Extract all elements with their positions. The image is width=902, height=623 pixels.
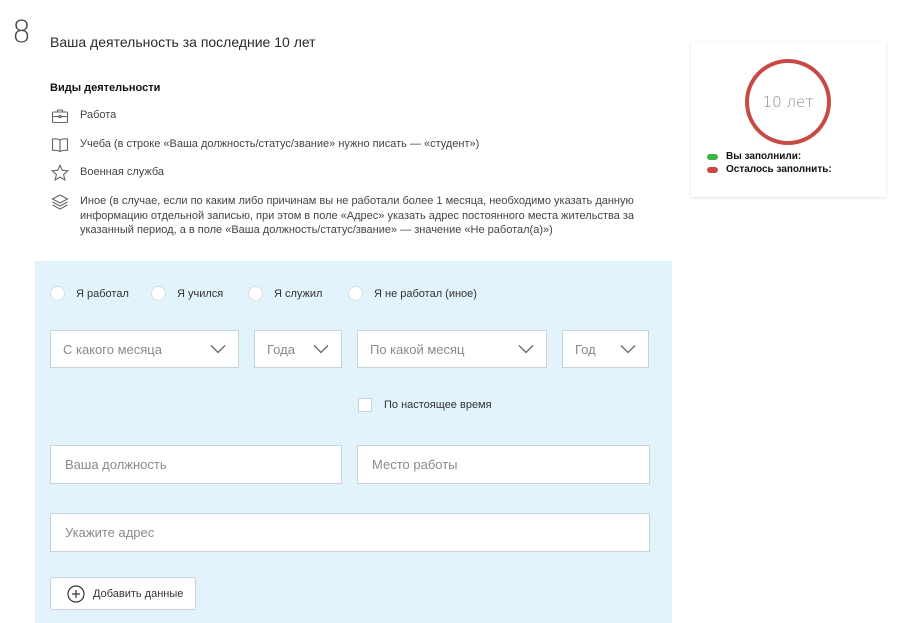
to-year-select[interactable]: Год xyxy=(562,330,649,368)
to-month-select[interactable]: По какой месяц xyxy=(357,330,547,368)
step-number: 8 xyxy=(12,15,32,50)
chevron-down-icon xyxy=(313,345,329,354)
legend-dot-remaining xyxy=(707,166,718,173)
until-now-checkbox[interactable]: По настоящее время xyxy=(358,398,492,412)
checkbox-label: По настоящее время xyxy=(384,399,492,411)
chevron-down-icon xyxy=(210,345,226,354)
from-year-select[interactable]: Года xyxy=(254,330,342,368)
add-data-label: Добавить данные xyxy=(93,587,184,600)
chevron-down-icon xyxy=(518,345,534,354)
legend-filled: Вы заполнили: xyxy=(707,151,801,162)
radio-label: Я служил xyxy=(274,287,323,300)
activity-type-other: Иное (в случае, если по каким либо причи… xyxy=(50,192,650,238)
activity-type-label: Работа xyxy=(80,109,117,121)
radio-studied[interactable]: Я учился xyxy=(151,286,223,301)
radio-worked[interactable]: Я работал xyxy=(50,286,129,301)
progress-value: 10 лет xyxy=(762,93,814,111)
radio-circle[interactable] xyxy=(348,286,363,301)
plus-circle-icon xyxy=(67,584,85,603)
checkbox-box[interactable] xyxy=(358,398,372,412)
activity-types-heading: Виды деятельности xyxy=(50,82,161,94)
legend-filled-label: Вы заполнили: xyxy=(726,151,802,162)
select-value: Год xyxy=(575,341,596,357)
briefcase-icon xyxy=(50,106,70,126)
position-input[interactable] xyxy=(50,445,342,484)
select-value: По какой месяц xyxy=(370,341,465,357)
radio-circle[interactable] xyxy=(151,286,166,301)
legend-remaining: Осталось заполнить: xyxy=(707,164,832,175)
select-value: С какого месяца xyxy=(63,341,162,357)
chevron-down-icon xyxy=(620,345,636,354)
workplace-input[interactable] xyxy=(357,445,650,484)
radio-circle[interactable] xyxy=(50,286,65,301)
radio-served[interactable]: Я служил xyxy=(248,286,322,301)
star-icon xyxy=(50,163,70,183)
radio-label: Я работал xyxy=(76,287,129,300)
from-month-select[interactable]: С какого месяца xyxy=(50,330,239,368)
radio-other[interactable]: Я не работал (иное) xyxy=(348,286,477,301)
activity-type-work: Работа xyxy=(50,106,116,126)
legend-remaining-label: Осталось заполнить: xyxy=(726,164,832,175)
radio-label: Я не работал (иное) xyxy=(374,287,477,300)
activity-type-study: Учеба (в строке «Ваша должность/статус/з… xyxy=(50,135,479,155)
activity-type-label: Военная служба xyxy=(80,166,165,178)
activity-form-panel xyxy=(35,261,672,623)
radio-circle[interactable] xyxy=(248,286,263,301)
step-title: Ваша деятельность за последние 10 лет xyxy=(50,34,316,50)
layers-icon xyxy=(50,192,70,212)
select-value: Года xyxy=(267,341,295,357)
book-icon xyxy=(50,135,70,155)
add-data-button[interactable]: Добавить данные xyxy=(50,577,196,610)
address-input[interactable] xyxy=(50,513,650,552)
activity-type-label: Учеба (в строке «Ваша должность/статус/з… xyxy=(80,138,480,150)
legend-dot-filled xyxy=(707,153,718,160)
progress-card: 10 лет Вы заполнили: Осталось заполнить: xyxy=(691,42,886,197)
activity-type-label: Иное (в случае, если по каким либо причи… xyxy=(80,195,635,236)
radio-label: Я учился xyxy=(177,287,224,300)
activity-type-military: Военная служба xyxy=(50,163,164,183)
progress-ring: 10 лет xyxy=(745,59,831,145)
